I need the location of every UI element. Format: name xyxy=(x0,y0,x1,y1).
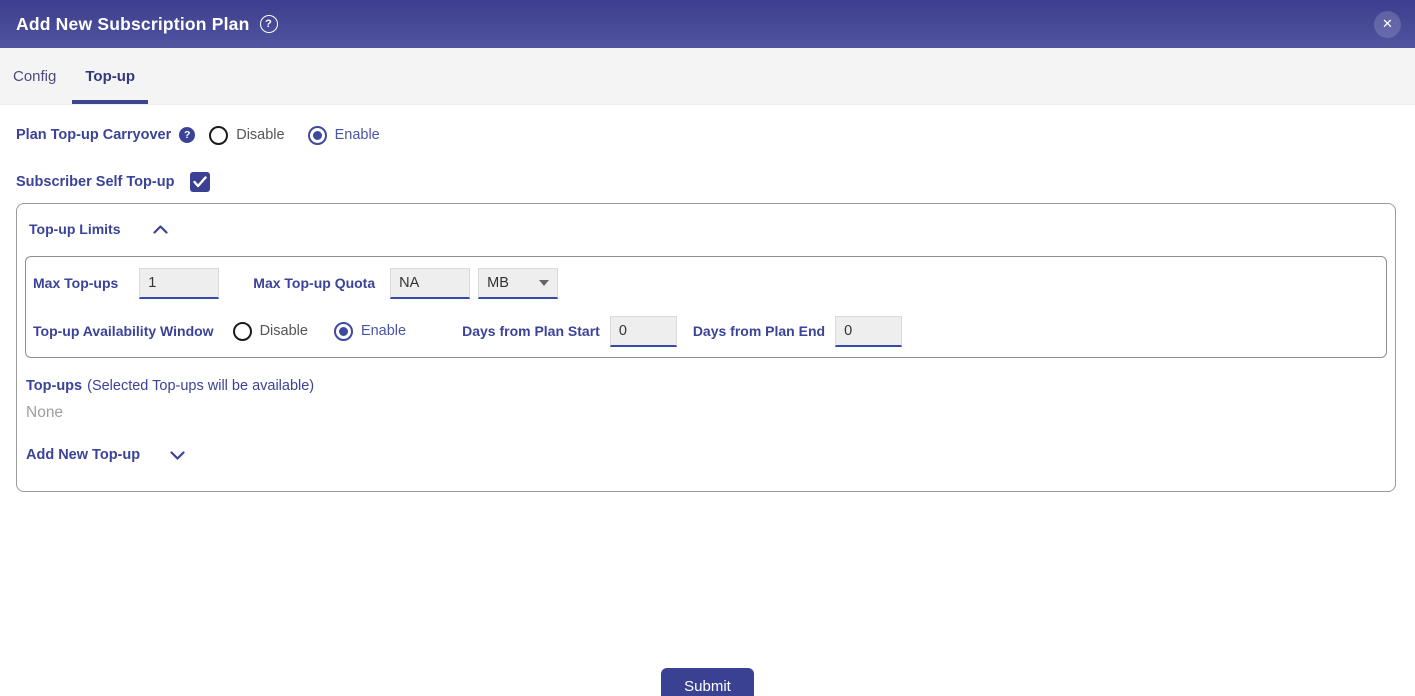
check-icon xyxy=(193,176,207,188)
max-topups-input[interactable] xyxy=(139,268,219,299)
self-topup-label: Subscriber Self Top-up xyxy=(16,174,174,190)
chevron-up-icon xyxy=(153,225,168,234)
self-topup-checkbox[interactable] xyxy=(190,172,210,192)
limits-row-1: Max Top-ups Max Top-up Quota MB xyxy=(33,265,1378,301)
max-topups-label: Max Top-ups xyxy=(33,275,118,291)
header-help-icon[interactable]: ? xyxy=(260,15,278,33)
max-quota-input[interactable] xyxy=(390,268,470,299)
add-new-topup-row[interactable]: Add New Top-up xyxy=(26,445,1387,465)
submit-button[interactable]: Submit xyxy=(661,668,754,696)
radio-label: Enable xyxy=(361,323,406,339)
quota-unit-select[interactable]: MB xyxy=(478,268,558,299)
tab-config[interactable]: Config xyxy=(0,48,69,104)
dropdown-caret-icon xyxy=(539,280,549,286)
limits-row-2: Top-up Availability Window Disable Enabl… xyxy=(33,313,1378,349)
radio-circle-icon xyxy=(334,322,353,341)
topups-label-row: Top-ups (Selected Top-ups will be availab… xyxy=(26,378,1387,394)
topup-limits-panel: Top-up Limits Max Top-ups Max Top-up Quo… xyxy=(16,203,1396,492)
carryover-help-icon[interactable]: ? xyxy=(179,127,195,143)
radio-label: Disable xyxy=(260,323,308,339)
carryover-label: Plan Top-up Carryover xyxy=(16,127,171,143)
availability-label: Top-up Availability Window xyxy=(33,323,214,339)
tab-content: Plan Top-up Carryover ? Disable Enable S… xyxy=(0,122,1415,696)
submit-row: Submit xyxy=(0,668,1415,696)
radio-circle-icon xyxy=(233,322,252,341)
quota-unit-value: MB xyxy=(487,275,509,291)
radio-circle-icon xyxy=(308,126,327,145)
days-end-input[interactable] xyxy=(835,316,902,347)
topups-label: Top-ups xyxy=(26,378,82,394)
carryover-radio-enable[interactable]: Enable xyxy=(308,126,380,145)
limits-inner-box: Max Top-ups Max Top-up Quota MB Top-up A… xyxy=(25,256,1387,358)
add-subscription-plan-dialog: Add New Subscription Plan ? ✕ Config Top… xyxy=(0,0,1415,696)
tab-bar: Config Top-up xyxy=(0,48,1415,105)
topups-selected-value: None xyxy=(26,404,1387,422)
topups-hint: (Selected Top-ups will be available) xyxy=(87,378,314,394)
expand-toggle[interactable] xyxy=(170,451,185,460)
days-start-label: Days from Plan Start xyxy=(462,323,600,339)
carryover-row: Plan Top-up Carryover ? Disable Enable xyxy=(16,122,1415,148)
max-quota-label: Max Top-up Quota xyxy=(253,275,375,291)
tab-topup[interactable]: Top-up xyxy=(72,48,148,104)
dialog-header: Add New Subscription Plan ? ✕ xyxy=(0,0,1415,48)
close-icon[interactable]: ✕ xyxy=(1374,11,1401,38)
carryover-radio-disable[interactable]: Disable xyxy=(209,126,284,145)
add-new-topup-label: Add New Top-up xyxy=(26,447,140,463)
availability-radio-enable[interactable]: Enable xyxy=(334,322,406,341)
topup-limits-title: Top-up Limits xyxy=(29,221,121,237)
availability-radio-disable[interactable]: Disable xyxy=(233,322,308,341)
radio-circle-icon xyxy=(209,126,228,145)
topup-limits-header: Top-up Limits xyxy=(29,218,1387,240)
collapse-toggle[interactable] xyxy=(153,225,168,234)
self-topup-row: Subscriber Self Top-up xyxy=(16,171,1415,193)
radio-label: Disable xyxy=(236,127,284,143)
days-end-label: Days from Plan End xyxy=(693,323,825,339)
dialog-title: Add New Subscription Plan xyxy=(16,14,250,35)
radio-label: Enable xyxy=(335,127,380,143)
chevron-down-icon xyxy=(170,451,185,460)
days-start-input[interactable] xyxy=(610,316,677,347)
